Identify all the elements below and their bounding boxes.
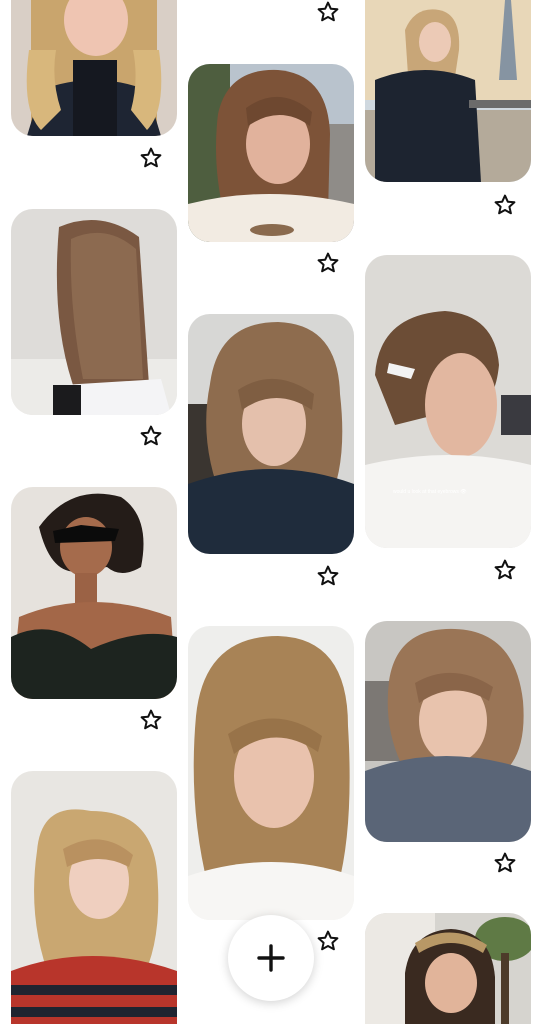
save-star-button[interactable] [139, 424, 163, 448]
star-outline-icon [494, 852, 516, 873]
save-star-button[interactable] [316, 564, 340, 588]
pin-photo[interactable]: would u look at that eyebrows 👁 [365, 255, 531, 548]
star-outline-icon [140, 425, 162, 446]
star-outline-icon [317, 252, 339, 273]
star-outline-icon [317, 565, 339, 586]
star-outline-icon [317, 930, 339, 951]
save-star-button[interactable] [316, 0, 340, 24]
save-star-button[interactable] [493, 193, 517, 217]
pin-photo[interactable] [365, 621, 531, 842]
photo-caption: would u look at that eyebrows 👁 [393, 489, 467, 495]
plus-icon [257, 944, 285, 972]
pin-photo[interactable] [365, 0, 531, 182]
pin-photo[interactable] [188, 314, 354, 554]
save-star-button[interactable] [493, 851, 517, 875]
pin-photo[interactable] [11, 487, 177, 699]
add-pin-button[interactable] [228, 915, 314, 1001]
pin-photo[interactable] [11, 209, 177, 415]
pin-photo[interactable] [188, 64, 354, 242]
save-star-button[interactable] [316, 251, 340, 275]
star-outline-icon [494, 194, 516, 215]
save-star-button[interactable] [493, 558, 517, 582]
star-outline-icon [317, 1, 339, 22]
star-outline-icon [140, 147, 162, 168]
save-star-button[interactable] [139, 146, 163, 170]
pin-photo[interactable] [11, 771, 177, 1024]
pin-photo[interactable] [365, 913, 531, 1024]
save-star-button[interactable] [139, 708, 163, 732]
pin-photo[interactable] [11, 0, 177, 136]
pin-feed: would u look at that eyebrows 👁 [0, 0, 542, 1024]
save-star-button[interactable] [316, 929, 340, 953]
star-outline-icon [494, 559, 516, 580]
star-outline-icon [140, 709, 162, 730]
pin-photo[interactable] [188, 626, 354, 920]
